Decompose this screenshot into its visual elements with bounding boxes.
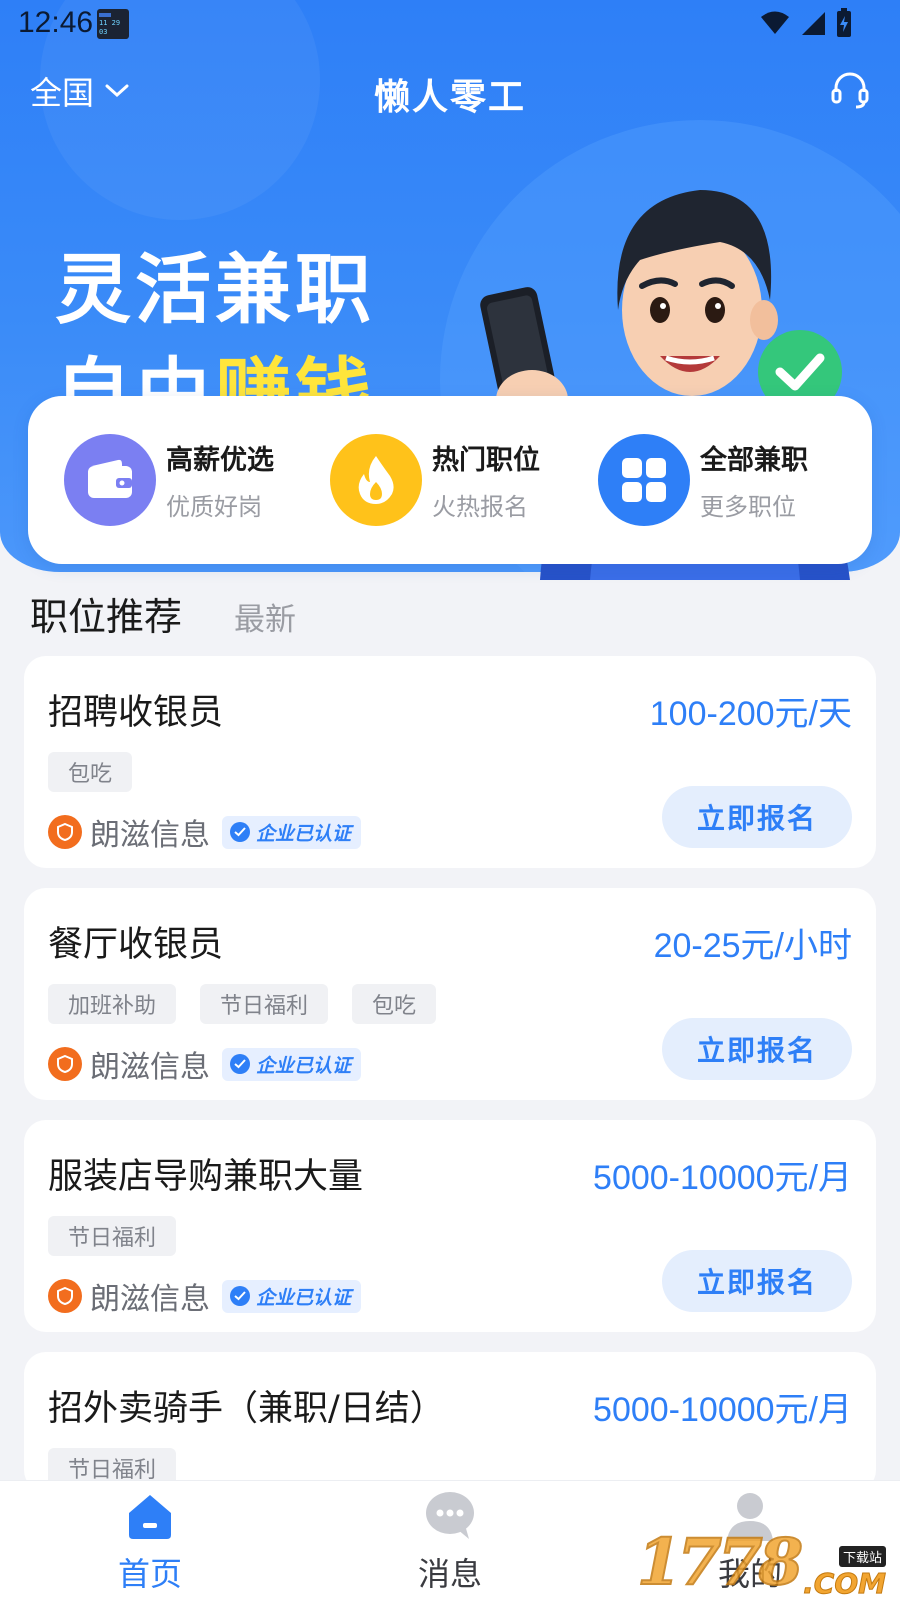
company-name: 朗滋信息	[90, 1050, 210, 1085]
check-icon	[230, 1286, 250, 1306]
verified-badge: 企业已认证	[222, 1279, 362, 1313]
verified-label: 企业已认证	[256, 1054, 352, 1077]
job-title: 招外卖骑手（兼职/日结）	[48, 1389, 445, 1429]
job-tag: 包吃	[352, 984, 437, 1024]
company-info: 朗滋信息 企业已认证	[48, 810, 362, 854]
status-bar: 12:46 11 29 03	[0, 0, 900, 48]
customer-service-icon[interactable]	[830, 70, 870, 110]
watermark-logo: 1778 下载站 .COM	[636, 1524, 887, 1600]
company-name: 朗滋信息	[90, 1282, 210, 1317]
wallet-icon	[64, 434, 156, 526]
job-title: 餐厅收银员	[48, 925, 224, 965]
quick-link-title: 全部兼职	[700, 445, 808, 476]
job-tags: 包吃	[48, 752, 133, 792]
quick-link-title: 高薪优选	[166, 445, 274, 476]
signal-icon	[802, 12, 825, 35]
company-info: 朗滋信息 企业已认证	[48, 1042, 362, 1086]
job-tags: 加班补助 节日福利 包吃	[48, 984, 437, 1024]
chat-icon	[426, 1492, 474, 1539]
app-title: 懒人零工	[373, 77, 526, 118]
verified-label: 企业已认证	[256, 1286, 352, 1309]
apply-button[interactable]: 立即报名	[662, 1018, 852, 1080]
home-icon	[129, 1495, 171, 1539]
company-name: 朗滋信息	[90, 818, 210, 853]
job-card[interactable]: 餐厅收银员 20-25元/小时 加班补助 节日福利 包吃 朗滋信息 企业已认证 …	[24, 888, 876, 1100]
job-salary: 100-200元/天	[649, 695, 852, 733]
job-tag: 节日福利	[200, 984, 329, 1024]
company-info: 朗滋信息 企业已认证	[48, 1274, 362, 1318]
job-tag: 节日福利	[48, 1216, 177, 1256]
job-salary: 20-25元/小时	[653, 927, 852, 965]
nav-label: 首页	[117, 1555, 182, 1593]
job-salary: 5000-10000元/月	[593, 1159, 852, 1197]
quick-link-high-salary[interactable]: 高薪优选 优质好岗	[64, 430, 274, 530]
watermark-com: .COM	[803, 1567, 887, 1600]
job-tag: 加班补助	[48, 984, 177, 1024]
quick-link-all-jobs[interactable]: 全部兼职 更多职位	[598, 430, 808, 530]
job-card[interactable]: 招聘收银员 100-200元/天 包吃 朗滋信息 企业已认证 立即报名	[24, 656, 876, 868]
tab-latest[interactable]: 最新	[234, 594, 296, 639]
company-logo-icon	[48, 1279, 82, 1313]
job-title: 服装店导购兼职大量	[48, 1157, 364, 1197]
job-card[interactable]: 招外卖骑手（兼职/日结） 5000-10000元/月 节日福利	[24, 1352, 876, 1492]
check-icon	[230, 1054, 250, 1074]
quick-link-title: 热门职位	[432, 445, 540, 476]
job-tags: 节日福利	[48, 1216, 177, 1256]
apply-button[interactable]: 立即报名	[662, 1250, 852, 1312]
bottom-nav: 首页 消息 我的 1778 下载站 .COM	[0, 1480, 900, 1600]
clock-widget-icon: 11 29 03	[97, 9, 129, 39]
quick-link-subtitle: 优质好岗	[166, 493, 262, 521]
section-tabs: 职位推荐 最新	[30, 586, 296, 639]
status-icons	[760, 8, 852, 38]
clock-widget-text: 11 29 03	[99, 19, 121, 36]
status-time: 12:46	[18, 6, 94, 39]
job-tag: 包吃	[48, 752, 133, 792]
flame-icon	[330, 434, 422, 526]
nav-home[interactable]: 首页	[70, 1489, 230, 1595]
job-salary: 5000-10000元/月	[593, 1391, 852, 1429]
quick-link-hot-jobs[interactable]: 热门职位 火热报名	[330, 430, 540, 530]
watermark-small: 下载站	[838, 1546, 886, 1567]
quick-links-card: 高薪优选 优质好岗 热门职位 火热报名 全部兼职 更多职位	[28, 396, 872, 564]
quick-link-subtitle: 更多职位	[700, 493, 796, 521]
apply-button[interactable]: 立即报名	[662, 786, 852, 848]
nav-messages[interactable]: 消息	[370, 1489, 530, 1595]
job-card[interactable]: 服装店导购兼职大量 5000-10000元/月 节日福利 朗滋信息 企业已认证 …	[24, 1120, 876, 1332]
watermark-number: 1778	[636, 1524, 804, 1600]
nav-label: 消息	[417, 1555, 482, 1593]
battery-icon	[837, 8, 851, 37]
grid-icon	[598, 434, 690, 526]
wifi-icon	[761, 11, 789, 34]
quick-link-subtitle: 火热报名	[432, 493, 528, 521]
job-title: 招聘收银员	[48, 693, 224, 733]
company-logo-icon	[48, 815, 82, 849]
verified-badge: 企业已认证	[222, 1047, 362, 1081]
verified-label: 企业已认证	[256, 822, 352, 845]
top-bar: 全国 懒人零工	[0, 60, 900, 124]
verified-badge: 企业已认证	[222, 815, 362, 849]
banner-headline: 灵活兼职	[55, 245, 375, 334]
company-logo-icon	[48, 1047, 82, 1081]
check-icon	[230, 822, 250, 842]
tab-recommended[interactable]: 职位推荐	[30, 586, 182, 641]
